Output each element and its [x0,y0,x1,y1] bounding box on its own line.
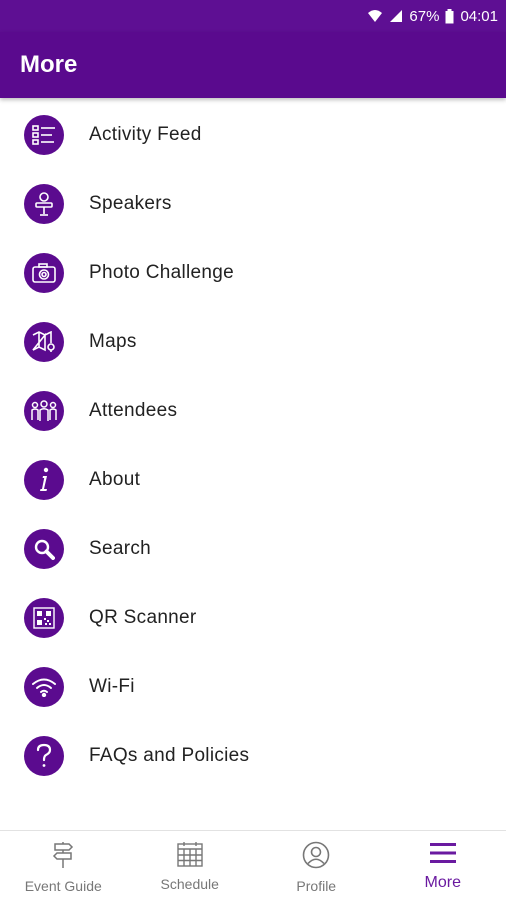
tab-event-guide[interactable]: Event Guide [0,831,127,901]
menu-item-wifi[interactable]: Wi-Fi [0,652,506,721]
tab-more[interactable]: More [380,831,506,901]
wifi-status-icon [367,9,383,23]
battery-icon [445,9,454,24]
profile-icon [302,841,330,874]
menu-item-label: FAQs and Policies [89,745,249,767]
battery-percent: 67% [409,8,439,25]
menu-item-label: QR Scanner [89,607,197,629]
calendar-icon [177,841,203,872]
menu-item-search[interactable]: Search [0,514,506,583]
info-icon [24,460,64,500]
menu-item-activity-feed[interactable]: Activity Feed [0,100,506,169]
map-icon [24,322,64,362]
menu-item-label: Wi-Fi [89,676,135,698]
signpost-icon [51,841,75,874]
menu-item-label: Maps [89,331,137,353]
bottom-tab-bar: Event Guide Schedule Profile More [0,830,506,901]
wifi-icon [24,667,64,707]
tab-label: Schedule [161,876,219,892]
tab-schedule[interactable]: Schedule [127,831,254,901]
menu-item-label: Speakers [89,193,172,215]
tab-label: Event Guide [25,878,102,894]
menu-item-label: About [89,469,140,491]
menu-item-qr-scanner[interactable]: QR Scanner [0,583,506,652]
menu-item-attendees[interactable]: Attendees [0,376,506,445]
tab-profile[interactable]: Profile [253,831,380,901]
menu-item-label: Activity Feed [89,124,202,146]
menu-item-about[interactable]: About [0,445,506,514]
menu-item-label: Attendees [89,400,177,422]
menu-item-maps[interactable]: Maps [0,307,506,376]
status-bar: 67% 04:01 [0,0,506,32]
menu-icon [429,841,457,870]
camera-icon [24,253,64,293]
page-title: More [20,51,77,79]
menu-item-faqs-policies[interactable]: FAQs and Policies [0,721,506,790]
activity-feed-icon [24,115,64,155]
app-bar: More [0,32,506,98]
search-icon [24,529,64,569]
signal-icon [389,9,403,23]
menu-item-speakers[interactable]: Speakers [0,169,506,238]
tab-label: More [425,874,461,892]
menu-item-label: Search [89,538,151,560]
qr-icon [24,598,64,638]
menu-item-label: Photo Challenge [89,262,234,284]
clock: 04:01 [460,8,498,25]
more-menu-list: Activity Feed Speakers Photo Challenge M… [0,100,506,790]
question-icon [24,736,64,776]
tab-label: Profile [296,878,336,894]
menu-item-photo-challenge[interactable]: Photo Challenge [0,238,506,307]
speaker-icon [24,184,64,224]
attendees-icon [24,391,64,431]
